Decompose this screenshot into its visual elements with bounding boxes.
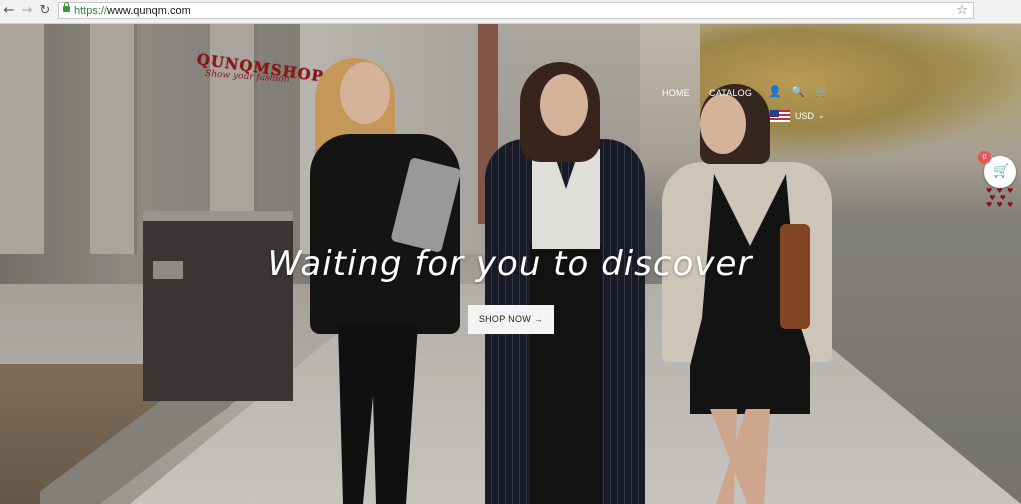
browser-toolbar: ← → ↻ https://www.qunqm.com ☆ xyxy=(0,0,1021,24)
site-logo[interactable]: QUNQMSHOP Show your fashion xyxy=(196,50,325,90)
nav-home-link[interactable]: HOME xyxy=(662,87,690,99)
cart-icon: 🛒 xyxy=(993,164,1010,179)
address-bar[interactable]: https://www.qunqm.com ☆ xyxy=(58,2,974,19)
chevron-down-icon[interactable]: ⌄ xyxy=(818,110,825,122)
url-text[interactable]: https://www.qunqm.com xyxy=(74,4,191,18)
nav-catalog-link[interactable]: CATALOG xyxy=(709,87,752,99)
bookmark-star-icon[interactable]: ☆ xyxy=(956,3,968,18)
url-domain: www.qunqm.com xyxy=(107,5,191,17)
hearts-decoration-icon: ♥ ♥ ♥ ♥ ♥ ♥ ♥ ♥ xyxy=(986,187,1015,209)
search-icon[interactable]: 🔍 xyxy=(791,86,805,98)
us-flag-icon[interactable] xyxy=(770,110,790,122)
back-icon[interactable]: ← xyxy=(2,3,16,19)
currency-selector[interactable]: USD xyxy=(795,110,814,122)
lock-icon xyxy=(63,2,70,12)
shop-now-button[interactable]: SHOP NOW → xyxy=(468,305,554,334)
account-icon[interactable]: 👤 xyxy=(768,86,782,98)
cart-count-badge: 0 xyxy=(978,151,991,164)
reload-icon[interactable]: ↻ xyxy=(38,3,52,19)
cart-icon[interactable]: 🛒 xyxy=(815,86,829,98)
floating-cart-button[interactable]: 🛒 0 xyxy=(978,151,1016,188)
hero-headline: Waiting for you to discover xyxy=(267,244,753,284)
url-scheme: https:// xyxy=(74,5,108,17)
forward-icon[interactable]: → xyxy=(20,3,34,19)
